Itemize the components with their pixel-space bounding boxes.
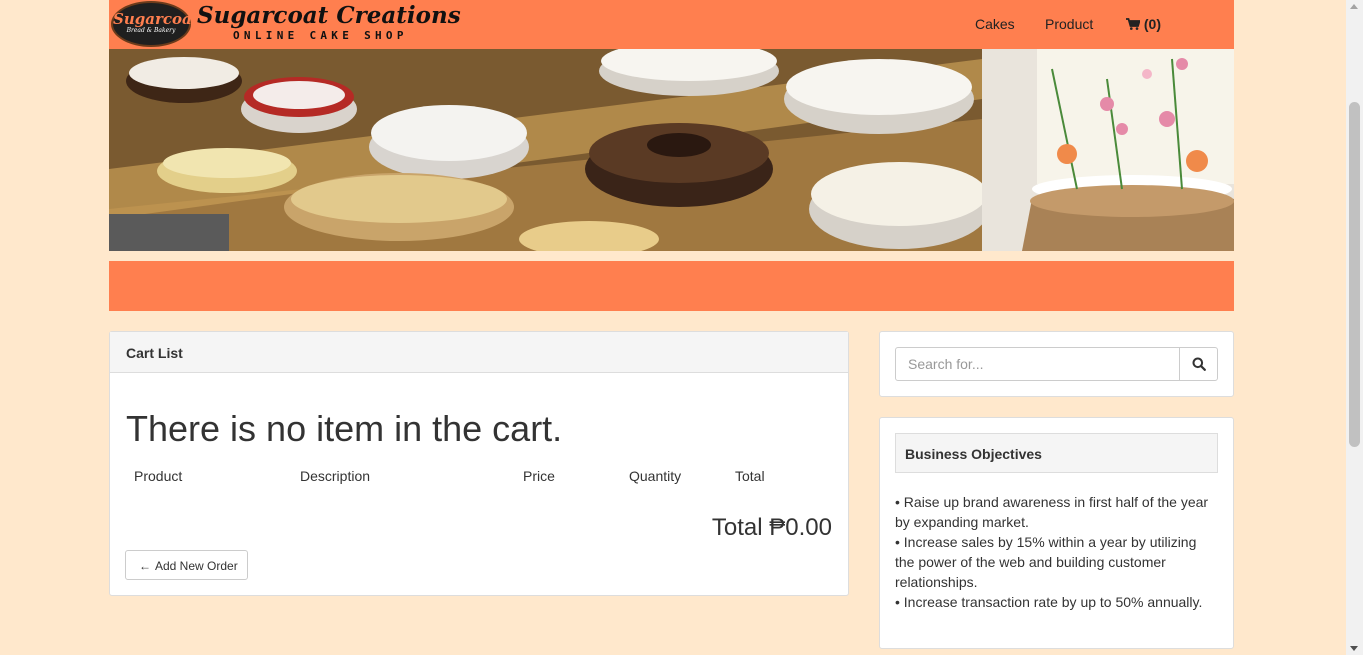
shopping-cart-icon xyxy=(1126,18,1141,30)
orange-banner-strip xyxy=(109,261,1234,311)
scroll-up-arrow-icon[interactable] xyxy=(1350,4,1358,9)
objectives-panel: Business Objectives • Raise up brand awa… xyxy=(879,417,1234,649)
search-input[interactable] xyxy=(895,347,1180,381)
objective-item: • Increase sales by 15% within a year by… xyxy=(895,534,1197,590)
column-header-total: Total xyxy=(735,468,765,484)
logo[interactable]: Sugarcoat Bread & Bakery xyxy=(111,1,199,47)
objectives-list: • Raise up brand awareness in first half… xyxy=(895,492,1218,612)
column-header-price: Price xyxy=(523,468,555,484)
cart-panel-heading: Cart List xyxy=(110,332,848,373)
cart-title: Cart List xyxy=(126,345,183,361)
search-button[interactable] xyxy=(1179,347,1218,381)
objective-item: • Raise up brand awareness in first half… xyxy=(895,494,1209,530)
column-header-description: Description xyxy=(300,468,371,484)
search-panel xyxy=(879,331,1234,397)
cart-count: (0) xyxy=(1143,16,1162,32)
logo-text: Sugarcoat xyxy=(113,10,199,28)
add-new-order-label: Add New Order xyxy=(155,559,238,573)
add-new-order-button[interactable]: ← Add New Order xyxy=(125,550,248,580)
cart-panel: Cart List There is no item in the cart. … xyxy=(109,331,849,596)
navbar: Sugarcoat Bread & Bakery Sugarcoat Creat… xyxy=(109,0,1234,49)
column-header-quantity: Quantity xyxy=(629,468,682,484)
brand-title: Sugarcoat Creations xyxy=(197,2,461,29)
brand-subtitle: ONLINE CAKE SHOP xyxy=(233,29,408,42)
scroll-down-arrow-icon[interactable] xyxy=(1350,646,1358,651)
empty-cart-message: There is no item in the cart. xyxy=(126,408,563,449)
objectives-heading: Business Objectives xyxy=(895,433,1218,473)
hero-banner xyxy=(109,49,1234,251)
nav-cart-link[interactable]: (0) xyxy=(1126,16,1161,32)
nav-link-cakes[interactable]: Cakes xyxy=(975,16,1015,32)
search-icon xyxy=(1192,357,1206,371)
cake-display-image xyxy=(109,49,982,251)
cart-total: Total ₱0.00 xyxy=(711,514,832,541)
flower-cake-image xyxy=(982,49,1234,251)
arrow-left-icon: ← xyxy=(139,559,151,573)
scrollbar-thumb[interactable] xyxy=(1349,102,1360,447)
flower-cake-illustration xyxy=(982,49,1234,251)
nav-link-product[interactable]: Product xyxy=(1045,16,1093,32)
page-scrollbar[interactable] xyxy=(1346,0,1363,655)
objectives-title: Business Objectives xyxy=(905,446,1042,462)
brand[interactable]: Sugarcoat Creations ONLINE CAKE SHOP xyxy=(197,2,461,43)
objective-item: • Increase transaction rate by up to 50%… xyxy=(895,594,1203,610)
logo-subtext: Bread & Bakery xyxy=(126,27,176,34)
column-header-product: Product xyxy=(134,468,183,484)
